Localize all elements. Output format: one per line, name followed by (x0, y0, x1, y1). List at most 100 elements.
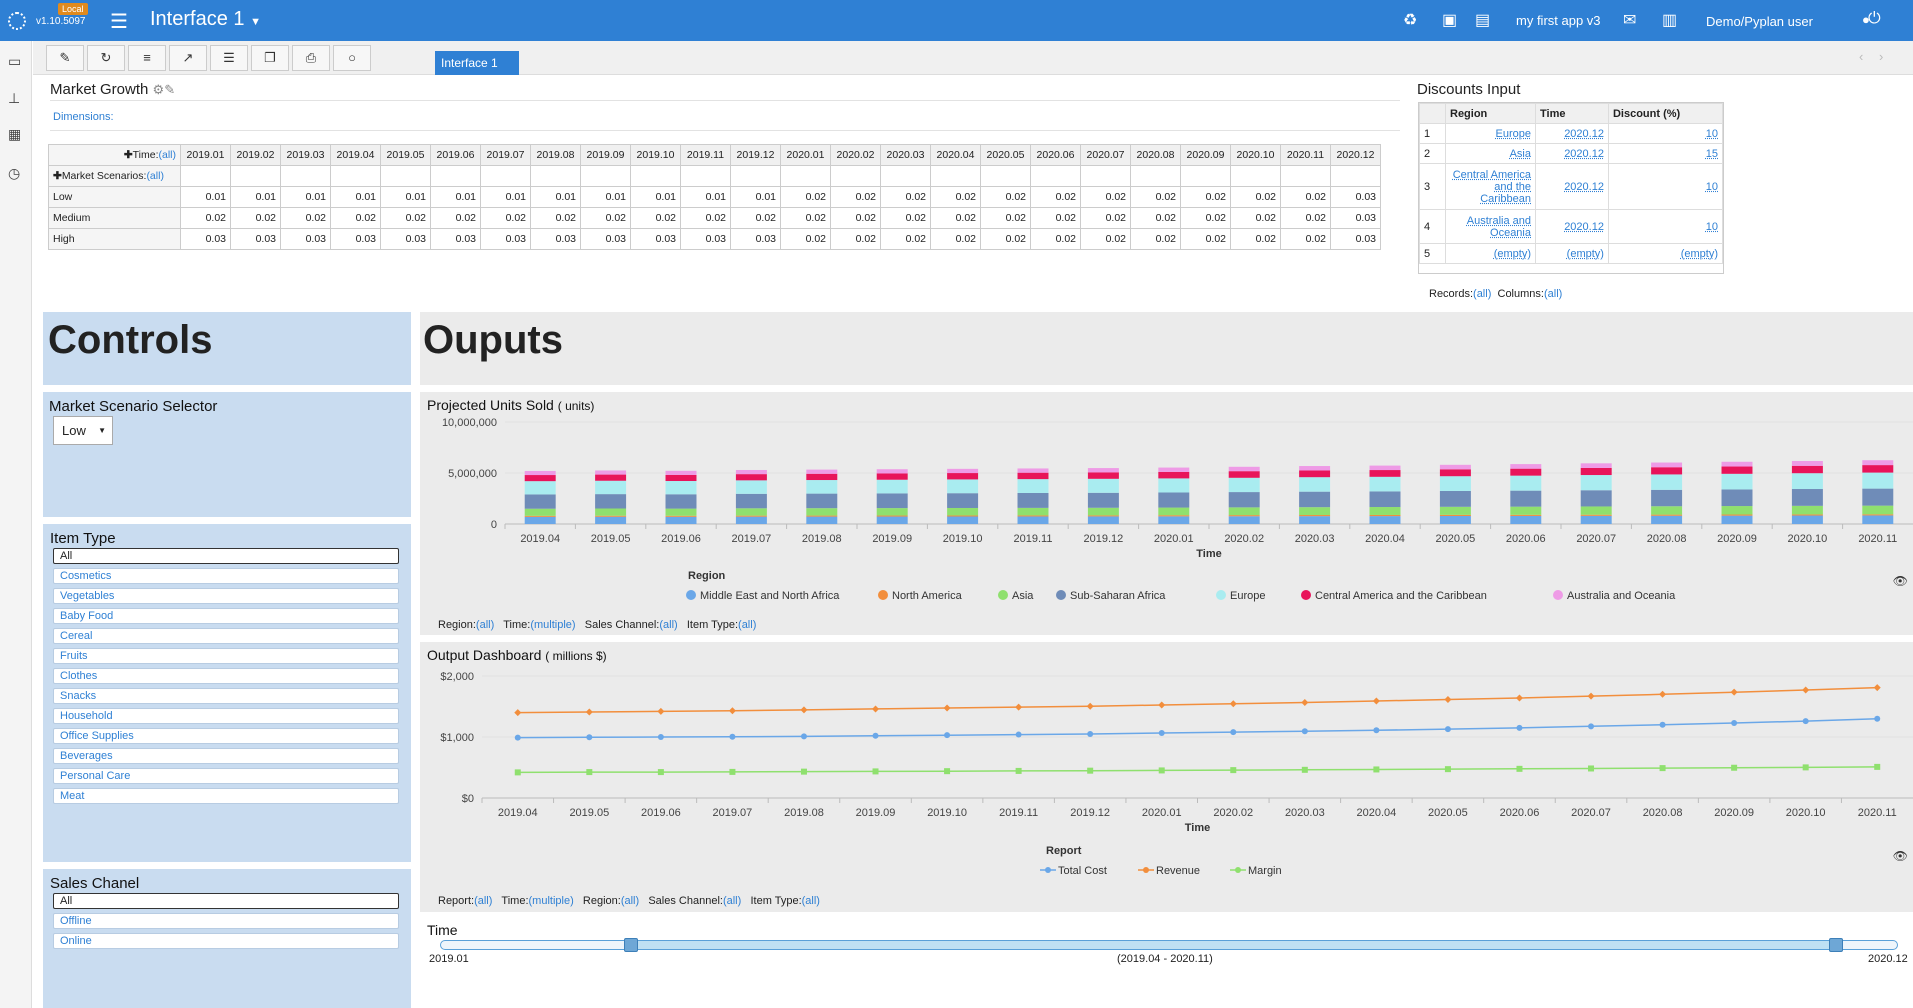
folder-icon[interactable]: ▭ (8, 53, 21, 70)
table-cell[interactable]: 0.01 (730, 186, 781, 208)
table-cell[interactable]: 0.01 (530, 186, 581, 208)
table-cell[interactable]: 0.02 (980, 207, 1031, 229)
table-cell[interactable]: 0.02 (1280, 228, 1331, 250)
table-cell[interactable]: 0.02 (780, 186, 831, 208)
records-all-link[interactable]: (all) (1473, 288, 1491, 300)
list-item[interactable]: Beverages (53, 748, 399, 764)
table-cell[interactable]: 0.03 (380, 228, 431, 250)
table-cell[interactable]: 0.03 (630, 228, 681, 250)
database-icon[interactable]: ☰ (210, 45, 248, 71)
table-cell[interactable]: 0.02 (880, 228, 931, 250)
list-item[interactable]: Fruits (53, 648, 399, 664)
table-cell[interactable]: 0.02 (730, 207, 781, 229)
app-name[interactable]: my first app v3 (1516, 13, 1601, 28)
market-scenario-select[interactable]: Low ▼ (53, 416, 113, 445)
table-cell[interactable]: 0.03 (180, 228, 231, 250)
table-cell[interactable]: 0.02 (1080, 228, 1131, 250)
table-cell[interactable]: 0.02 (1180, 186, 1231, 208)
table-cell[interactable]: 0.02 (1130, 186, 1181, 208)
table-cell[interactable]: 0.03 (580, 228, 631, 250)
list-item[interactable]: Snacks (53, 688, 399, 704)
prev-icon[interactable]: ‹ (1859, 49, 1863, 64)
scenario-dimension-header[interactable]: ✚Market Scenarios:(all) (48, 165, 181, 187)
table-cell[interactable]: 0.02 (980, 228, 1031, 250)
list-icon[interactable]: ≡ (128, 45, 166, 71)
table-cell[interactable]: 0.01 (180, 186, 231, 208)
table-cell[interactable]: 0.02 (630, 207, 681, 229)
table-cell[interactable]: 0.02 (380, 207, 431, 229)
list-item[interactable]: All (53, 548, 399, 564)
table-cell[interactable]: 0.02 (1180, 228, 1231, 250)
table-cell[interactable]: 0.02 (1230, 228, 1281, 250)
table-cell[interactable]: 0.03 (1330, 207, 1381, 229)
table-cell[interactable]: 0.03 (230, 228, 281, 250)
table-cell[interactable]: 0.02 (780, 207, 831, 229)
table-cell[interactable]: 0.01 (580, 186, 631, 208)
list-item[interactable]: Cosmetics (53, 568, 399, 584)
table-cell[interactable]: 0.02 (880, 186, 931, 208)
table-cell[interactable]: 0.02 (1180, 207, 1231, 229)
table-cell[interactable]: 0.01 (480, 186, 531, 208)
filter-value-link[interactable]: (all) (621, 895, 639, 907)
region-cell[interactable]: Australia and Oceania (1445, 209, 1536, 244)
time-all-link[interactable]: (all) (159, 149, 177, 161)
filter-value-link[interactable]: (all) (476, 619, 494, 631)
print-icon[interactable]: ⎙ (292, 45, 330, 71)
table-cell[interactable]: 0.02 (1030, 207, 1081, 229)
mail-icon[interactable]: ✉ (1623, 10, 1636, 30)
list-item[interactable]: Household (53, 708, 399, 724)
table-cell[interactable]: 0.02 (480, 207, 531, 229)
region-cell[interactable]: Asia (1445, 143, 1536, 164)
discount-cell[interactable]: 10 (1607, 209, 1723, 244)
table-cell[interactable]: 0.02 (1030, 228, 1081, 250)
filter-value-link[interactable]: (all) (802, 895, 820, 907)
sitemap-icon[interactable]: ⊥ (8, 90, 20, 107)
discount-cell[interactable]: (empty) (1607, 243, 1723, 264)
filter-value-link[interactable]: (multiple) (530, 619, 575, 631)
table-cell[interactable]: 0.02 (1080, 207, 1131, 229)
list-item[interactable]: Clothes (53, 668, 399, 684)
time-cell[interactable]: 2020.12 (1535, 209, 1609, 244)
copy-icon[interactable]: ❐ (251, 45, 289, 71)
region-cell[interactable]: (empty) (1445, 243, 1536, 264)
filter-value-link[interactable]: (all) (723, 895, 741, 907)
region-cell[interactable]: Europe (1445, 123, 1536, 144)
table-cell[interactable]: 0.02 (1130, 228, 1181, 250)
table-cell[interactable]: 0.02 (1080, 186, 1131, 208)
table-cell[interactable]: 0.02 (1130, 207, 1181, 229)
table-cell[interactable]: 0.02 (430, 207, 481, 229)
list-item[interactable]: Baby Food (53, 608, 399, 624)
time-slider-end-handle[interactable] (1828, 938, 1843, 952)
list-item[interactable]: Cereal (53, 628, 399, 644)
table-cell[interactable]: 0.02 (1280, 207, 1331, 229)
edit-icon[interactable]: ✎ (46, 45, 84, 71)
table-cell[interactable]: 0.02 (930, 228, 981, 250)
table-cell[interactable]: 0.01 (630, 186, 681, 208)
list-item[interactable]: Online (53, 933, 399, 949)
table-cell[interactable]: 0.03 (430, 228, 481, 250)
power-off-icon[interactable]: ⏻ (1868, 10, 1881, 28)
filter-value-link[interactable]: (multiple) (529, 895, 574, 907)
recycle-icon[interactable]: ♻ (1403, 10, 1417, 30)
table-cell[interactable]: 0.02 (1230, 186, 1281, 208)
user-name[interactable]: Demo/Pyplan user (1706, 14, 1813, 29)
time-cell[interactable]: 2020.12 (1535, 143, 1609, 164)
table-cell[interactable]: 0.02 (830, 186, 881, 208)
list-item[interactable]: Office Supplies (53, 728, 399, 744)
table-cell[interactable]: 0.01 (680, 186, 731, 208)
save-as-icon[interactable]: ▤ (1475, 10, 1490, 30)
table-cell[interactable]: 0.02 (530, 207, 581, 229)
table-cell[interactable]: 0.01 (330, 186, 381, 208)
table-cell[interactable]: 0.02 (330, 207, 381, 229)
table-cell[interactable]: 0.03 (480, 228, 531, 250)
table-cell[interactable]: 0.02 (230, 207, 281, 229)
table-cell[interactable]: 0.02 (580, 207, 631, 229)
list-item[interactable]: Personal Care (53, 768, 399, 784)
scenario-all-link[interactable]: (all) (146, 170, 164, 182)
table-cell[interactable]: 0.03 (530, 228, 581, 250)
filter-value-link[interactable]: (all) (738, 619, 756, 631)
interface-title[interactable]: Interface 1 ▼ (150, 8, 261, 31)
table-cell[interactable]: 0.03 (1330, 186, 1381, 208)
table-cell[interactable]: 0.02 (930, 207, 981, 229)
time-slider-start-handle[interactable] (624, 938, 639, 952)
